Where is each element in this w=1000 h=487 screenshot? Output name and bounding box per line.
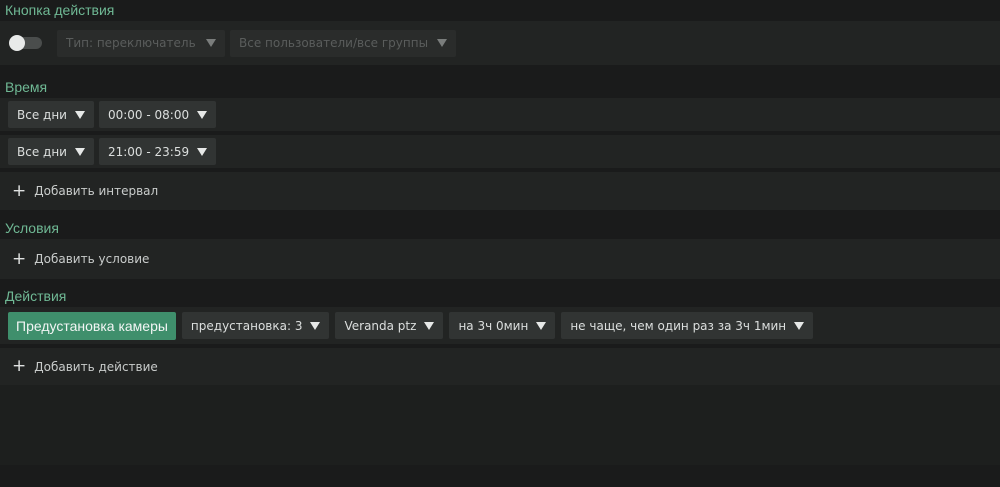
interval-row: Все дни 00:00 - 08:00 xyxy=(0,98,1000,131)
chevron-down-icon xyxy=(794,321,805,330)
chevron-down-icon xyxy=(424,321,435,330)
camera-preset-action-button[interactable]: Предустановка камеры xyxy=(8,311,176,340)
divider xyxy=(0,210,1000,218)
camera-select-label: Veranda ptz xyxy=(344,318,417,333)
days-select[interactable]: Все дни xyxy=(8,101,94,128)
add-interval-button[interactable]: + Добавить интервал xyxy=(8,180,159,201)
add-action-button[interactable]: + Добавить действие xyxy=(8,358,158,375)
chevron-down-icon xyxy=(74,110,85,119)
section-title-actions: Действия xyxy=(0,286,1000,307)
chevron-down-icon xyxy=(536,321,547,330)
frequency-select-label: не чаще, чем один раз за 3ч 1мин xyxy=(570,318,787,333)
add-condition-row: + Добавить условие xyxy=(0,239,1000,279)
add-condition-label: Добавить условие xyxy=(34,252,150,266)
section-title-action-button: Кнопка действия xyxy=(0,0,1000,21)
divider xyxy=(0,65,1000,77)
empty-area xyxy=(0,385,1000,465)
days-select-label: Все дни xyxy=(17,107,67,122)
actions-section: Действия Предустановка камеры предустано… xyxy=(0,286,1000,465)
add-condition-button[interactable]: + Добавить условие xyxy=(8,248,150,269)
frequency-select[interactable]: не чаще, чем один раз за 3ч 1мин xyxy=(561,312,814,339)
divider xyxy=(0,279,1000,286)
chevron-down-icon xyxy=(206,39,216,47)
chevron-down-icon xyxy=(197,147,208,156)
camera-select[interactable]: Veranda ptz xyxy=(335,312,444,339)
action-button-section: Кнопка действия Тип: переключатель Все п… xyxy=(0,0,1000,65)
type-select[interactable]: Тип: переключатель xyxy=(57,29,225,57)
chevron-down-icon xyxy=(437,39,447,47)
action-button-row: Тип: переключатель Все пользователи/все … xyxy=(0,21,1000,65)
time-range-select[interactable]: 00:00 - 08:00 xyxy=(98,101,217,128)
section-title-time: Время xyxy=(0,77,1000,98)
days-select[interactable]: Все дни xyxy=(8,138,94,165)
time-range-label: 00:00 - 08:00 xyxy=(107,107,190,122)
plus-icon: + xyxy=(12,180,27,201)
interval-row: Все дни 21:00 - 23:59 xyxy=(0,135,1000,168)
chevron-down-icon xyxy=(310,321,321,330)
users-select-label: Все пользователи/все группы xyxy=(239,36,429,50)
time-section: Время Все дни 00:00 - 08:00 Все дни 21:0… xyxy=(0,77,1000,210)
chevron-down-icon xyxy=(74,147,85,156)
preset-select-label: предустановка: 3 xyxy=(190,318,303,333)
duration-select[interactable]: на 3ч 0мин xyxy=(449,312,556,339)
duration-select-label: на 3ч 0мин xyxy=(458,318,529,333)
section-title-conditions: Условия xyxy=(0,218,1000,239)
chevron-down-icon xyxy=(197,110,208,119)
add-action-row: + Добавить действие xyxy=(0,348,1000,385)
enable-toggle[interactable] xyxy=(9,35,42,51)
plus-icon: + xyxy=(12,248,27,269)
preset-select[interactable]: предустановка: 3 xyxy=(181,312,330,339)
users-select[interactable]: Все пользователи/все группы xyxy=(230,29,456,57)
add-interval-row: + Добавить интервал xyxy=(0,172,1000,210)
add-interval-label: Добавить интервал xyxy=(34,184,159,198)
days-select-label: Все дни xyxy=(17,144,67,159)
conditions-section: Условия + Добавить условие xyxy=(0,218,1000,279)
add-action-label: Добавить действие xyxy=(34,359,158,374)
action-row: Предустановка камеры предустановка: 3 Ve… xyxy=(0,307,1000,344)
time-range-select[interactable]: 21:00 - 23:59 xyxy=(98,138,217,165)
type-select-label: Тип: переключатель xyxy=(66,36,196,50)
time-range-label: 21:00 - 23:59 xyxy=(107,144,190,159)
plus-icon: + xyxy=(12,356,27,376)
